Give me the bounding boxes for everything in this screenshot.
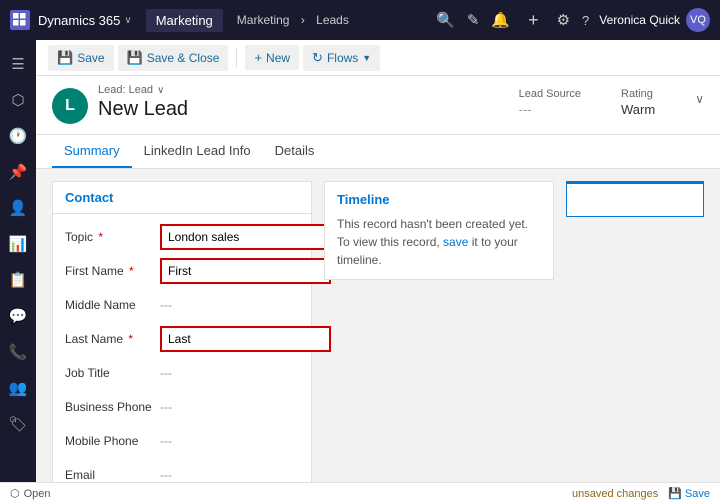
job-title-value: --- <box>160 366 299 380</box>
middle-name-field-row: Middle Name --- <box>65 290 299 320</box>
new-icon: + <box>254 50 262 65</box>
flows-chevron-icon: ▼ <box>362 53 371 63</box>
unsaved-changes-badge: unsaved changes <box>572 488 658 500</box>
page-title: New Lead <box>98 98 188 121</box>
sidebar-pin-icon[interactable]: 📌 <box>2 156 34 188</box>
business-phone-value: --- <box>160 400 299 414</box>
page-header: L Lead: Lead ∨ New Lead Lead Source --- … <box>36 76 720 135</box>
save-icon: 💾 <box>57 50 73 66</box>
last-name-field-row: Last Name * <box>65 324 299 354</box>
job-title-label: Job Title <box>65 366 160 380</box>
bottom-bar: ⬡ Open unsaved changes 💾 Save <box>0 482 720 504</box>
timeline-save-link[interactable]: save <box>443 235 468 249</box>
app-name: Dynamics 365 <box>38 13 120 28</box>
lead-source-field: Lead Source --- <box>519 88 581 117</box>
bottom-save-button[interactable]: 💾 Save <box>668 487 710 500</box>
search-icon[interactable]: 🔍 <box>436 11 455 29</box>
first-name-label: First Name * <box>65 264 160 278</box>
middle-name-label: Middle Name <box>65 298 160 312</box>
lead-badge: Lead: Lead ∨ <box>98 84 188 96</box>
plus-icon[interactable]: + <box>528 10 539 31</box>
sidebar-tasks-icon[interactable]: 📋 <box>2 264 34 296</box>
contact-section: Contact Topic * First Name * <box>52 181 312 482</box>
sidebar-group-icon[interactable]: 👥 <box>2 372 34 404</box>
email-label: Email <box>65 468 160 482</box>
tab-details[interactable]: Details <box>263 135 327 168</box>
sidebar-tag-icon[interactable]: 🏷 <box>2 408 34 440</box>
breadcrumb-sep: › <box>301 13 308 27</box>
topic-field-row: Topic * <box>65 222 299 252</box>
topic-input[interactable] <box>160 224 331 250</box>
flows-button[interactable]: ↻ Flows ▼ <box>303 45 380 71</box>
mobile-phone-label: Mobile Phone <box>65 434 160 448</box>
open-icon: ⬡ <box>10 487 20 500</box>
sidebar-chat-icon[interactable]: 💬 <box>2 300 34 332</box>
module-name[interactable]: Marketing <box>146 9 223 32</box>
timeline-message: This record hasn't been created yet. To … <box>337 215 541 269</box>
form-area: Contact Topic * First Name * <box>36 169 720 482</box>
toolbar-separator <box>236 48 237 68</box>
mobile-phone-field-row: Mobile Phone --- <box>65 426 299 456</box>
contact-section-header: Contact <box>53 182 311 214</box>
grid-icon[interactable] <box>10 10 30 30</box>
breadcrumb-module[interactable]: Marketing <box>237 13 290 27</box>
last-name-label: Last Name * <box>65 332 160 346</box>
mobile-phone-value: --- <box>160 434 299 448</box>
tab-linkedin[interactable]: LinkedIn Lead Info <box>132 135 263 168</box>
top-navigation: Dynamics 365 ∨ Marketing Marketing › Lea… <box>0 0 720 40</box>
breadcrumb: Marketing › Leads <box>233 13 436 27</box>
left-column: Contact Topic * First Name * <box>52 181 312 482</box>
business-phone-label: Business Phone <box>65 400 160 414</box>
first-name-input[interactable] <box>160 258 331 284</box>
topic-label: Topic * <box>65 230 160 244</box>
edit-icon[interactable]: ✎ <box>467 11 480 29</box>
sidebar-phone-icon[interactable]: 📞 <box>2 336 34 368</box>
bottom-save-icon: 💾 <box>668 487 682 500</box>
last-name-input[interactable] <box>160 326 331 352</box>
user-avatar: VQ <box>686 8 710 32</box>
help-icon[interactable]: ? <box>582 13 589 28</box>
header-fields: Lead Source --- Rating Warm ∨ <box>519 84 704 117</box>
nav-icons: 🔍 ✎ 🔔 + ⚙ ? <box>436 10 589 31</box>
sidebar-menu-icon[interactable]: ☰ <box>2 48 34 80</box>
bell-icon[interactable]: 🔔 <box>491 11 510 29</box>
open-button[interactable]: ⬡ Open <box>10 487 51 500</box>
right-column <box>566 181 704 482</box>
contact-section-body: Topic * First Name * Middle Name <box>53 214 311 482</box>
app-chevron[interactable]: ∨ <box>124 15 131 26</box>
record-icon: L <box>52 88 88 124</box>
settings-icon[interactable]: ⚙ <box>557 11 570 29</box>
user-info[interactable]: Veronica Quick VQ <box>599 8 710 32</box>
job-title-field-row: Job Title --- <box>65 358 299 388</box>
rating-field: Rating Warm <box>621 88 655 117</box>
email-value: --- <box>160 468 299 482</box>
tabs: Summary LinkedIn Lead Info Details <box>36 135 720 169</box>
timeline-section: Timeline This record hasn't been created… <box>324 181 554 280</box>
first-name-field-row: First Name * <box>65 256 299 286</box>
bottom-bar-right: unsaved changes 💾 Save <box>572 487 710 500</box>
save-close-button[interactable]: 💾 Save & Close <box>118 45 229 71</box>
middle-name-value: --- <box>160 298 299 312</box>
sidebar-home-icon[interactable]: ⬡ <box>2 84 34 116</box>
user-name: Veronica Quick <box>599 13 680 27</box>
flows-icon: ↻ <box>312 50 323 66</box>
sidebar-recent-icon[interactable]: 🕐 <box>2 120 34 152</box>
tab-summary[interactable]: Summary <box>52 135 132 168</box>
middle-column: Timeline This record hasn't been created… <box>324 181 554 482</box>
new-button[interactable]: + New <box>245 45 299 70</box>
breadcrumb-page[interactable]: Leads <box>316 13 349 27</box>
sidebar-analytics-icon[interactable]: 📊 <box>2 228 34 260</box>
badge-chevron-icon[interactable]: ∨ <box>157 85 164 96</box>
left-sidebar: ☰ ⬡ 🕐 📌 👤 📊 📋 💬 📞 👥 🏷 <box>0 40 36 504</box>
save-close-icon: 💾 <box>127 50 143 66</box>
right-box <box>566 181 704 217</box>
email-field-row: Email --- <box>65 460 299 482</box>
business-phone-field-row: Business Phone --- <box>65 392 299 422</box>
toolbar: 💾 Save 💾 Save & Close + New ↻ Flows ▼ <box>0 40 720 76</box>
save-button[interactable]: 💾 Save <box>48 45 114 71</box>
timeline-header: Timeline <box>337 192 541 207</box>
collapse-icon[interactable]: ∨ <box>695 92 704 106</box>
sidebar-contact-icon[interactable]: 👤 <box>2 192 34 224</box>
